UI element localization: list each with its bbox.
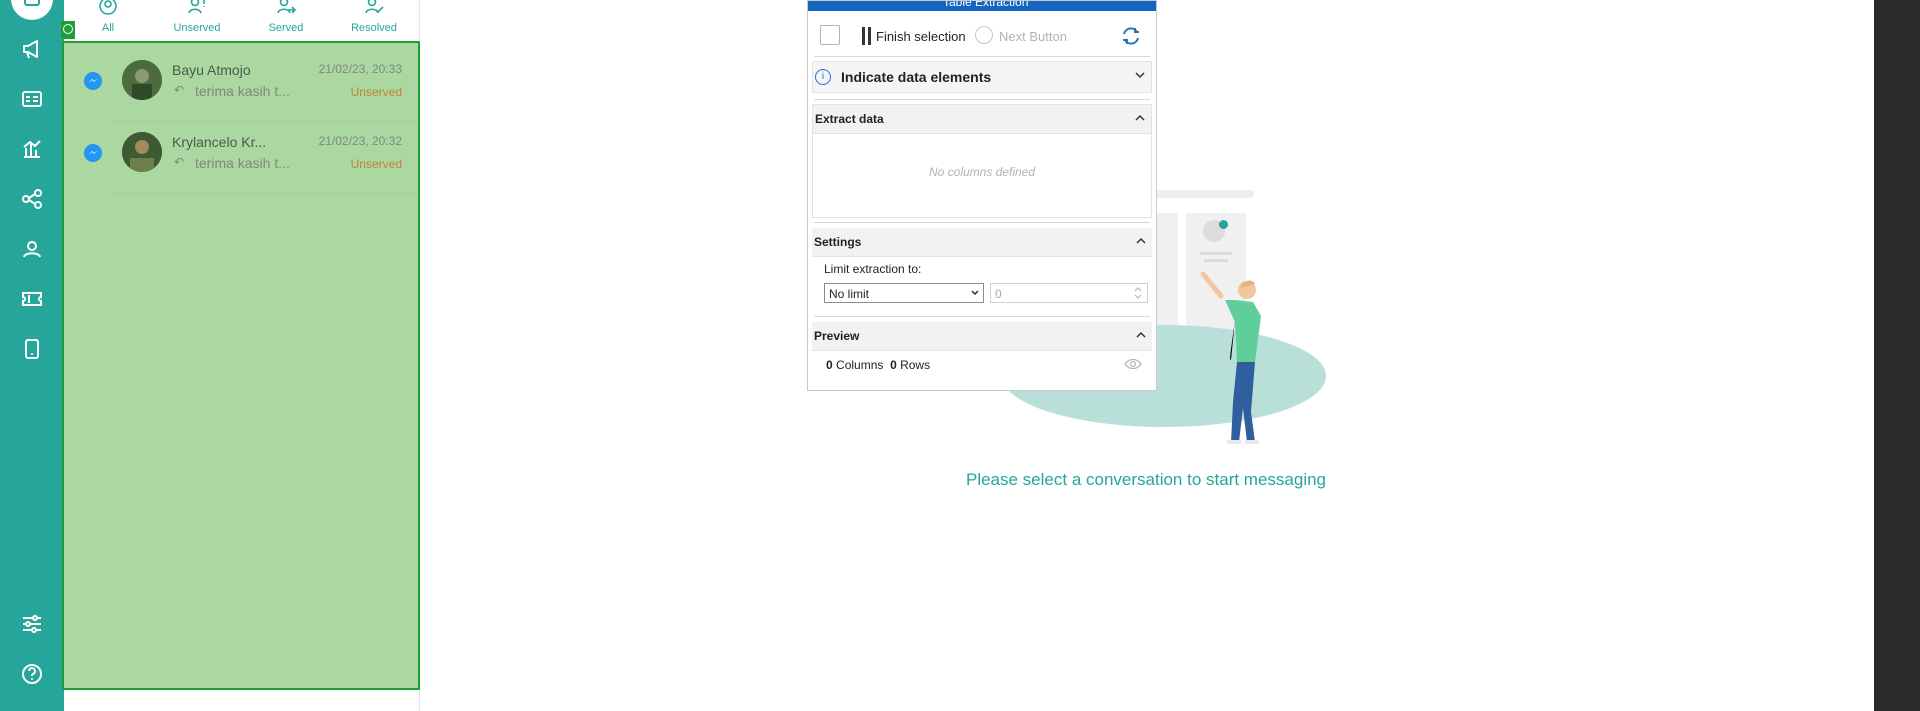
user-alert-icon: [187, 0, 207, 16]
next-button-icon: [975, 26, 993, 44]
tab-label: Served: [268, 22, 304, 34]
conversation-item[interactable]: Bayu Atmojo 21/02/23, 20:33 ↶ terima kas…: [64, 50, 418, 122]
messenger-icon: [84, 144, 102, 162]
limit-extraction-label: Limit extraction to:: [824, 262, 922, 276]
section-title: Extract data: [815, 112, 884, 126]
refresh-icon[interactable]: [1120, 25, 1142, 47]
next-button[interactable]: Next Button: [999, 29, 1067, 44]
settings-sliders-icon[interactable]: [18, 610, 46, 638]
pause-icon: [862, 27, 872, 45]
limit-select[interactable]: No limit: [824, 283, 984, 303]
contact-name: Krylancelo Kr...: [172, 134, 267, 150]
tab-unserved[interactable]: Unserved: [157, 0, 237, 40]
tab-label: Unserved: [173, 22, 221, 34]
indicate-label: Indicate data elements: [841, 69, 992, 85]
settings-header[interactable]: Settings: [812, 228, 1152, 257]
empty-state-message: Please select a conversation to start me…: [965, 470, 1327, 489]
right-edge-panel: [1874, 0, 1920, 711]
extract-data-section: Extract data No columns defined: [812, 104, 1152, 218]
user-circle-icon: [98, 0, 118, 16]
section-title: Settings: [814, 235, 862, 249]
message-time: 21/02/23, 20:32: [318, 134, 402, 148]
preview-summary: 0 Columns 0 Rows: [826, 358, 930, 372]
message-snippet: terima kasih t...: [195, 155, 290, 171]
megaphone-icon[interactable]: [18, 35, 46, 63]
chevron-up-icon: [1136, 331, 1146, 338]
limit-select-value: No limit: [829, 287, 870, 301]
tab-resolved[interactable]: Resolved: [334, 0, 414, 40]
illustration-check: [1219, 220, 1228, 229]
message-time: 21/02/23, 20:33: [318, 62, 402, 76]
extract-data-header[interactable]: Extract data: [813, 105, 1151, 134]
eye-icon[interactable]: [1124, 358, 1142, 370]
table-extraction-dialog: Table Extraction Finish selection Next B…: [807, 0, 1157, 391]
rows-word: Rows: [900, 358, 931, 372]
divider: [814, 56, 1150, 57]
main-sidebar: [0, 0, 64, 711]
illustration-line: [1200, 252, 1232, 255]
messenger-icon: [84, 72, 102, 90]
status-badge: Unserved: [350, 85, 402, 99]
chevron-down-icon: [1135, 72, 1145, 79]
conversation-filter-tabs: All Unserved Served Resolved: [64, 0, 420, 40]
contact-card-icon[interactable]: [18, 85, 46, 113]
dialog-title-bar[interactable]: Table Extraction: [808, 1, 1156, 11]
analytics-icon[interactable]: [18, 135, 46, 163]
illustration-person: [1200, 271, 1261, 444]
section-title: Preview: [814, 329, 860, 343]
chevron-up-icon: [1135, 114, 1145, 121]
selection-target-icon: [61, 21, 75, 39]
user-arrow-icon: [276, 0, 296, 16]
tab-served[interactable]: Served: [246, 0, 326, 40]
help-icon[interactable]: [18, 660, 46, 688]
tab-label: Resolved: [351, 22, 397, 34]
contacts-icon[interactable]: [18, 235, 46, 263]
user-check-icon: [364, 0, 384, 16]
divider: [814, 222, 1150, 223]
dialog-toolbar: Finish selection Next Button: [808, 11, 1156, 57]
ticket-icon[interactable]: [18, 285, 46, 313]
limit-count-input[interactable]: 0: [990, 283, 1148, 303]
contact-name: Bayu Atmojo: [172, 62, 251, 78]
reply-icon: ↶: [174, 155, 185, 169]
save-icon[interactable]: [820, 25, 840, 45]
reply-icon: ↶: [174, 83, 185, 97]
spinner-icon[interactable]: [1133, 285, 1143, 301]
message-snippet: terima kasih t...: [195, 83, 290, 99]
tab-all[interactable]: All: [68, 0, 148, 40]
preview-section: Preview 0 Columns 0 Rows: [812, 322, 1152, 382]
mobile-device-icon[interactable]: [18, 335, 46, 363]
row-divider: [114, 193, 418, 194]
avatar: [122, 132, 162, 172]
avatar: [122, 60, 162, 100]
tab-label: All: [101, 22, 115, 34]
no-columns-text: No columns defined: [928, 165, 1036, 179]
inbox-icon[interactable]: [11, 0, 53, 20]
dialog-title: Table Extraction: [943, 1, 1029, 9]
info-icon: i: [815, 69, 831, 85]
limit-count-value: 0: [995, 287, 1002, 301]
finish-selection-button[interactable]: Finish selection: [876, 29, 966, 44]
illustration-line: [1204, 259, 1228, 262]
indicate-data-elements-section[interactable]: i Indicate data elements: [812, 61, 1152, 93]
rows-count: 0: [890, 358, 897, 372]
chevron-up-icon: [1136, 237, 1146, 244]
preview-header[interactable]: Preview: [812, 322, 1152, 351]
columns-count: 0: [826, 358, 833, 372]
chevron-down-icon: [971, 290, 979, 295]
columns-word: Columns: [836, 358, 884, 372]
conversation-item[interactable]: Krylancelo Kr... 21/02/23, 20:32 ↶ terim…: [64, 122, 418, 194]
divider: [814, 99, 1150, 100]
status-badge: Unserved: [350, 157, 402, 171]
settings-section: Settings Limit extraction to: No limit 0: [812, 228, 1152, 314]
share-nodes-icon[interactable]: [18, 185, 46, 213]
divider: [814, 316, 1150, 317]
